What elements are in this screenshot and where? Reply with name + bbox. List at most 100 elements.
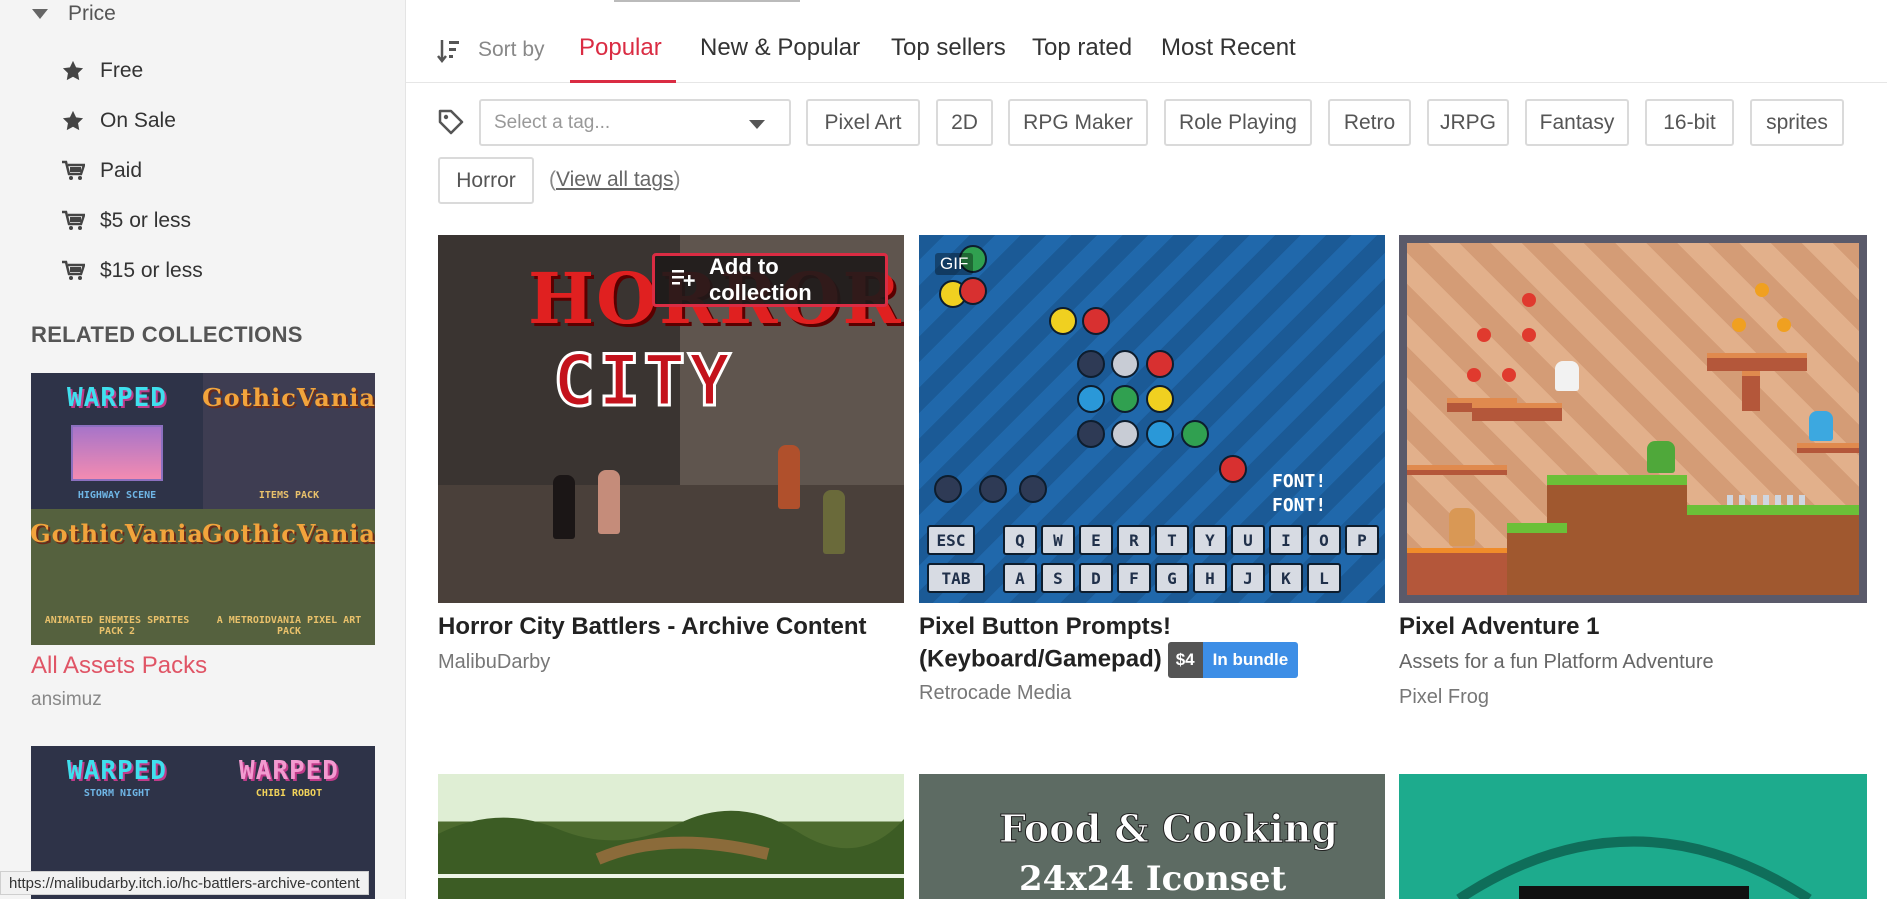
game-title-line2: (Keyboard/Gamepad)	[919, 645, 1162, 673]
cover-art	[1146, 420, 1174, 448]
tag-select-dropdown[interactable]: Select a tag...	[479, 99, 791, 146]
collection-title-link[interactable]: All Assets Packs	[31, 652, 207, 680]
game-author-link[interactable]: Pixel Frog	[1399, 686, 1489, 709]
sort-tab-popular[interactable]: Popular	[579, 34, 662, 62]
paren-open: (	[549, 168, 556, 191]
tag-2d[interactable]: 2D	[936, 99, 993, 146]
cover-art	[1219, 455, 1247, 483]
cover-title-text: 24x24 Iconset	[1019, 859, 1287, 899]
price-filter-5-or-less[interactable]: $5 or less	[60, 196, 203, 246]
game-title-link[interactable]: Pixel Button Prompts! (Keyboard/Gamepad)…	[919, 612, 1299, 678]
sort-tab-most-recent[interactable]: Most Recent	[1161, 34, 1296, 62]
game-cover-pixel-buttons[interactable]: ESC Q W E R T Y U I O P TAB A S D F G H …	[919, 235, 1385, 603]
active-tab-underline	[570, 80, 676, 83]
cover-art: D	[1079, 563, 1113, 593]
character-sprite	[778, 445, 800, 509]
add-to-collection-button[interactable]: Add to collection	[652, 253, 888, 307]
price-filter-15-or-less[interactable]: $15 or less	[60, 246, 203, 296]
cover-art	[1687, 505, 1859, 595]
character-sprite	[598, 470, 620, 534]
game-cover-food-cooking[interactable]: Food & Cooking 24x24 Iconset	[919, 774, 1385, 899]
character-sprite	[1647, 441, 1675, 473]
star-icon	[60, 58, 86, 84]
cover-art	[1407, 465, 1507, 475]
cover-title-text: Food & Cooking	[999, 806, 1339, 852]
sidebar: Price Free On Sale Paid $5 or less $15 o…	[0, 0, 406, 899]
link-status-bar: https://malibudarby.itch.io/hc-battlers-…	[0, 871, 369, 895]
collection-thumb-cell: GothicVania A METROIDVANIA PIXEL ART PAC…	[203, 509, 375, 645]
sort-tab-new-popular[interactable]: New & Popular	[700, 34, 860, 62]
cover-art: G	[1155, 563, 1189, 593]
game-cover-forest[interactable]	[438, 774, 904, 899]
collection-thumb-cell: GothicVania ITEMS PACK	[203, 373, 375, 509]
game-title-line: (Keyboard/Gamepad) $4 In bundle	[919, 642, 1299, 678]
cover-art: F	[1117, 563, 1151, 593]
cover-art: E	[1079, 525, 1113, 555]
price-filter-free[interactable]: Free	[60, 46, 203, 96]
tag-sprites[interactable]: sprites	[1750, 99, 1844, 146]
price-filter-heading[interactable]: Price	[32, 0, 116, 28]
cover-art	[1797, 443, 1859, 453]
tag-fantasy[interactable]: Fantasy	[1525, 99, 1629, 146]
thumb-subtitle: HIGHWAY SCENE	[77, 490, 157, 501]
tag-icon	[437, 108, 465, 141]
cover-art	[1522, 293, 1536, 307]
cover-art: L	[1307, 563, 1341, 593]
filter-label: Free	[100, 59, 144, 82]
game-description: Assets for a fun Platform Adventure	[1399, 651, 1714, 673]
cover-art	[1111, 385, 1139, 413]
cover-art	[1019, 475, 1047, 503]
thumb-logo: GothicVania	[203, 383, 375, 412]
cover-art: TAB	[927, 563, 985, 593]
sort-icon	[436, 38, 462, 69]
game-cover-teal[interactable]	[1399, 774, 1867, 899]
cover-art: A	[1003, 563, 1037, 593]
tag-jrpg[interactable]: JRPG	[1427, 99, 1509, 146]
cover-art: U	[1231, 525, 1265, 555]
cover-art	[1407, 548, 1507, 595]
filter-label: Paid	[100, 159, 143, 182]
game-cover-pixel-adventure[interactable]	[1399, 235, 1867, 603]
cover-art: J	[1231, 563, 1265, 593]
character-sprite	[1555, 361, 1579, 391]
cover-art: S	[1041, 563, 1075, 593]
sort-bar: Sort by Popular New & Popular Top seller…	[406, 0, 1887, 83]
collection-thumbnail[interactable]: WARPED HIGHWAY SCENE GothicVania ITEMS P…	[31, 373, 375, 645]
tag-horror[interactable]: Horror	[438, 157, 534, 204]
thumb-logo: GothicVania	[31, 519, 203, 548]
cover-art	[1522, 328, 1536, 342]
sort-tab-top-rated[interactable]: Top rated	[1032, 34, 1132, 62]
thumb-scene	[71, 425, 163, 481]
cover-art: R	[1117, 525, 1151, 555]
cover-art: O	[1307, 525, 1341, 555]
tag-role-playing[interactable]: Role Playing	[1164, 99, 1312, 146]
collection-user[interactable]: ansimuz	[31, 689, 102, 711]
game-title-link[interactable]: Horror City Battlers - Archive Content	[438, 612, 867, 642]
cover-art	[1077, 420, 1105, 448]
cover-art	[1742, 371, 1760, 411]
sort-tab-top-sellers[interactable]: Top sellers	[891, 34, 1006, 62]
cover-art	[1082, 307, 1110, 335]
price-filter-paid[interactable]: Paid	[60, 146, 203, 196]
thumb-logo: GothicVania	[203, 519, 375, 548]
cover-art: H	[1193, 563, 1227, 593]
cover-art	[1507, 523, 1567, 595]
game-title-link[interactable]: Pixel Adventure 1	[1399, 612, 1600, 642]
cover-font-line: FONT!	[1272, 471, 1327, 492]
game-author-link[interactable]: MalibuDarby	[438, 651, 550, 674]
tag-pixel-art[interactable]: Pixel Art	[806, 99, 920, 146]
price-filter-on-sale[interactable]: On Sale	[60, 96, 203, 146]
tag-rpg-maker[interactable]: RPG Maker	[1008, 99, 1148, 146]
price-bundle-badge: $4 In bundle	[1167, 642, 1299, 678]
cover-art	[959, 277, 987, 305]
cover-art	[1456, 836, 1812, 899]
paren-close: )	[673, 168, 681, 191]
game-author-link[interactable]: Retrocade Media	[919, 682, 1071, 705]
thumb-subtitle: A METROIDVANIA PIXEL ART PACK	[216, 615, 362, 637]
tag-16-bit[interactable]: 16-bit	[1645, 99, 1734, 146]
thumb-logo: WARPED	[67, 756, 167, 786]
tag-retro[interactable]: Retro	[1328, 99, 1411, 146]
view-all-tags-link[interactable]: View all tags	[556, 168, 674, 191]
game-title-line: Pixel Button Prompts!	[919, 613, 1172, 640]
cover-art	[1077, 385, 1105, 413]
